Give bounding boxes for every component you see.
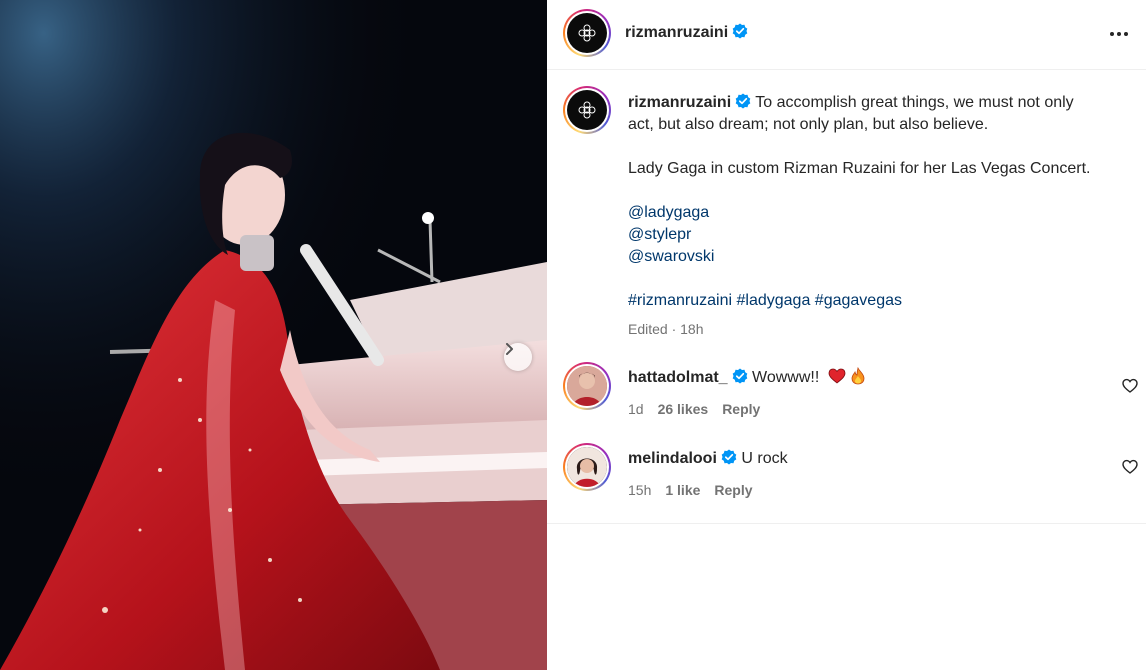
comment-username[interactable]: melindalooi — [628, 450, 717, 467]
mention-ladygaga[interactable]: @ladygaga — [628, 204, 709, 221]
concert-photo-illustration — [0, 0, 547, 670]
verified-badge-icon — [735, 93, 751, 109]
reply-button[interactable]: Reply — [714, 482, 752, 498]
rizman-ruzaini-logo-icon — [578, 24, 596, 42]
comment-username[interactable]: hattadolmat_ — [628, 369, 728, 386]
comment-likes[interactable]: 26 likes — [658, 401, 709, 417]
red-heart-icon — [828, 368, 846, 384]
comment-body: U rock — [741, 450, 788, 467]
comment-likes[interactable]: 1 like — [665, 482, 700, 498]
hashtag-gagavegas[interactable]: #gagavegas — [815, 292, 902, 309]
avatar-photo — [567, 366, 607, 406]
hashtag-rizmanruzaini[interactable]: #rizmanruzaini — [628, 292, 732, 309]
caption-line-1: To accomplish great things, we must not … — [755, 94, 1074, 111]
header-username-row: rizmanruzaini — [625, 23, 748, 42]
caption-username[interactable]: rizmanruzaini — [628, 94, 731, 111]
header-username[interactable]: rizmanruzaini — [625, 24, 728, 41]
verified-badge-icon — [732, 23, 748, 39]
comment-time: 1d — [628, 401, 644, 417]
commenter-avatar[interactable] — [563, 443, 611, 491]
like-comment-heart-icon[interactable] — [1122, 459, 1138, 475]
comment-body: Wowww!! — [752, 369, 820, 386]
mention-swarovski[interactable]: @swarovski — [628, 248, 714, 265]
reply-button[interactable]: Reply — [722, 401, 760, 417]
caption-author-avatar[interactable] — [563, 86, 611, 134]
chevron-right-icon — [506, 343, 513, 355]
comment-time: 15h — [628, 482, 652, 498]
comment-meta: 15h 1 like Reply — [628, 482, 753, 498]
more-options-button[interactable] — [1106, 22, 1132, 46]
verified-badge-icon — [732, 368, 747, 384]
comment-item: melindalooi U rock 15h 1 like Reply — [547, 443, 1146, 513]
avatar-photo — [567, 447, 607, 487]
verified-badge-icon — [721, 449, 737, 465]
more-options-icon — [1110, 32, 1128, 36]
next-photo-button[interactable] — [504, 343, 532, 371]
fire-icon — [851, 366, 865, 385]
comment-text-row: hattadolmat_ Wowww!! — [628, 366, 865, 389]
post-details-panel: rizmanruzaini rizmanruzaini To accomplis… — [547, 0, 1146, 670]
commenter-avatar[interactable] — [563, 362, 611, 410]
comment-item: hattadolmat_ Wowww!! 1d 26 likes Reply — [547, 362, 1146, 432]
comment-meta: 1d 26 likes Reply — [628, 401, 760, 417]
caption-meta: Edited · 18h — [628, 321, 704, 337]
caption-text: rizmanruzaini To accomplish great things… — [628, 92, 1128, 340]
post-header: rizmanruzaini — [547, 0, 1146, 70]
mention-stylepr[interactable]: @stylepr — [628, 226, 691, 243]
caption-line-2: act, but also dream; not only plan, but … — [628, 116, 989, 133]
rizman-ruzaini-logo-icon — [578, 101, 596, 119]
author-avatar[interactable] — [563, 9, 611, 57]
post-photo — [0, 0, 547, 670]
comments-divider — [547, 523, 1146, 524]
like-comment-heart-icon[interactable] — [1122, 378, 1138, 394]
comment-text-row: melindalooi U rock — [628, 448, 788, 470]
hashtag-ladygaga[interactable]: #ladygaga — [737, 292, 811, 309]
caption-line-3: Lady Gaga in custom Rizman Ruzaini for h… — [628, 160, 1091, 177]
